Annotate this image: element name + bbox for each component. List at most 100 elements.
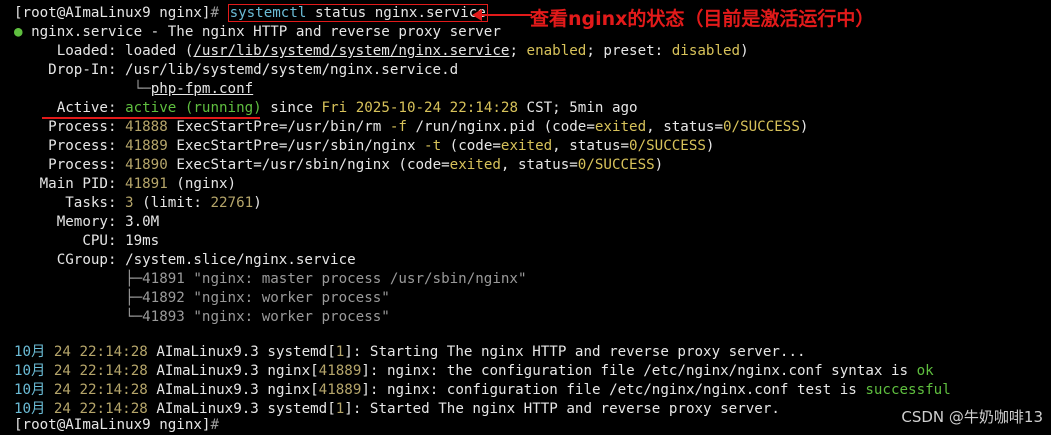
unit-line: ● nginx.service - The nginx HTTP and rev… <box>14 23 501 42</box>
dropin-file: php-fpm.conf <box>150 81 254 97</box>
process-status: 0/SUCCESS <box>629 138 706 154</box>
log-close: ]: <box>361 363 387 379</box>
log-day: 24 <box>53 401 71 417</box>
log-message: nginx: configuration file /etc/nginx/ngi… <box>387 382 866 398</box>
log-line: 10月 24 22:14:28 AImaLinux9.3 systemd[1]:… <box>14 343 806 362</box>
log-time: 22:14:28 <box>79 401 148 417</box>
tasks-label: Tasks: <box>65 195 117 211</box>
log-month: 10月 <box>14 401 46 417</box>
log-host: AImaLinux9.3 <box>147 344 268 360</box>
cgroup-process: 41891 "nginx: master process /usr/sbin/n… <box>142 271 527 287</box>
dropin-line: Drop-In: /usr/lib/systemd/system/nginx.s… <box>14 61 458 80</box>
command-args: status nginx.service <box>306 5 486 21</box>
log-proc: systemd[ <box>267 344 336 360</box>
log-close: ]: <box>361 382 387 398</box>
log-month: 10月 <box>14 382 46 398</box>
tree-branch-icon: ├─ <box>125 271 143 287</box>
process-line: Process: 41888 ExecStartPre=/usr/bin/rm … <box>14 118 808 137</box>
process-status-label: , status= <box>646 119 724 135</box>
process-end: ) <box>705 138 715 154</box>
cgroup-child: └─41893 "nginx: worker process" <box>14 308 390 327</box>
terminal-window[interactable]: [root@AImaLinux9 nginx]# systemctl statu… <box>0 0 1051 433</box>
log-month: 10月 <box>14 363 46 379</box>
process-status: 0/SUCCESS <box>723 119 800 135</box>
tasks-line: Tasks: 3 (limit: 22761) <box>14 194 262 213</box>
cgroup-line: CGroup: /system.slice/nginx.service <box>14 251 356 270</box>
process-label: Process: <box>48 157 117 173</box>
mainpid-value: 41891 <box>125 176 168 192</box>
process-code: exited <box>500 138 553 154</box>
log-host: AImaLinux9.3 <box>147 382 268 398</box>
active-date: Fri 2025-10-24 22:14:28 <box>321 100 518 116</box>
cgroup-process: 41893 "nginx: worker process" <box>142 309 390 325</box>
tree-end-icon: └─ <box>125 309 143 325</box>
cgroup-child: ├─41892 "nginx: worker process" <box>14 289 390 308</box>
command-highlight-box: systemctl status nginx.service <box>227 4 488 22</box>
command-name: systemctl <box>229 5 307 21</box>
tasks-limit: 22761 <box>210 195 254 211</box>
log-highlight: successful <box>865 382 951 398</box>
loaded-semi: ; preset: <box>586 43 672 59</box>
log-line: 10月 24 22:14:28 AImaLinux9.3 nginx[41889… <box>14 362 934 381</box>
log-line: 10月 24 22:14:28 AImaLinux9.3 nginx[41889… <box>14 381 951 400</box>
cpu-label: CPU: <box>82 233 117 249</box>
memory-label: Memory: <box>56 214 117 230</box>
cgroup-process: 41892 "nginx: worker process" <box>142 290 390 306</box>
prompt: [root@AImaLinux9 nginx] <box>14 417 211 433</box>
log-month: 10月 <box>14 344 46 360</box>
log-proc: systemd[ <box>267 401 336 417</box>
prompt-line[interactable]: [root@AImaLinux9 nginx]# <box>14 416 219 435</box>
cgroup-child: ├─41891 "nginx: master process /usr/sbin… <box>14 270 527 289</box>
command-line: [root@AImaLinux9 nginx]# systemctl statu… <box>14 4 488 23</box>
cpu-line: CPU: 19ms <box>14 232 159 251</box>
log-pid: 41889 <box>318 363 362 379</box>
loaded-pre: loaded ( <box>116 43 194 59</box>
process-status-label: , status= <box>552 138 630 154</box>
log-host: AImaLinux9.3 <box>147 363 268 379</box>
active-line: Active: active (running) since Fri 2025-… <box>14 99 638 118</box>
process-end: ) <box>799 119 809 135</box>
log-day: 24 <box>53 382 71 398</box>
mainpid-label: Main PID: <box>39 176 117 192</box>
loaded-label: Loaded: <box>56 43 117 59</box>
loaded-end: ) <box>740 43 749 59</box>
process-args: /run/nginx.pid (code= <box>406 119 595 135</box>
cgroup-label: CGroup: <box>56 252 117 268</box>
active-state: active (running) <box>125 100 262 116</box>
process-cmd: ExecStartPre=/usr/bin/rm <box>167 119 390 135</box>
active-label: Active: <box>56 100 117 116</box>
process-status-label: , status= <box>500 157 578 173</box>
log-day: 24 <box>53 344 71 360</box>
process-pid: 41888 <box>125 119 168 135</box>
status-dot-icon: ● <box>14 24 23 40</box>
prompt: [root@AImaLinux9 nginx] <box>14 5 211 21</box>
tasks-end: ) <box>253 195 262 211</box>
prompt-symbol: # <box>210 417 220 433</box>
tasks-limit-label: (limit: <box>133 195 211 211</box>
dropin-label: Drop-In: <box>48 62 117 78</box>
log-host: AImaLinux9.3 <box>147 401 268 417</box>
unit-description: nginx.service - The nginx HTTP and rever… <box>22 24 501 40</box>
log-pid: 1 <box>335 344 345 360</box>
log-highlight: ok <box>916 363 934 379</box>
loaded-mid: ; <box>509 43 527 59</box>
log-message: Started The nginx HTTP and reverse proxy… <box>369 401 780 417</box>
log-close: ]: <box>344 401 370 417</box>
dropin-file-line: └─php-fpm.conf <box>14 80 254 99</box>
process-code: exited <box>449 157 501 173</box>
process-cmd: ExecStartPre=/usr/sbin/nginx <box>167 138 425 154</box>
cpu-value: 19ms <box>125 233 160 249</box>
annotation-arrow <box>478 14 532 16</box>
enabled-state: enabled <box>526 43 587 59</box>
prompt-symbol: # <box>210 5 220 21</box>
memory-value: 3.0M <box>125 214 160 230</box>
memory-line: Memory: 3.0M <box>14 213 160 232</box>
log-close: ]: <box>344 344 370 360</box>
log-pid: 1 <box>335 401 345 417</box>
log-day: 24 <box>53 363 71 379</box>
process-end: ) <box>654 157 664 173</box>
log-time: 22:14:28 <box>79 382 148 398</box>
process-label: Process: <box>48 119 117 135</box>
log-time: 22:14:28 <box>79 344 148 360</box>
preset-state: disabled <box>671 43 741 59</box>
